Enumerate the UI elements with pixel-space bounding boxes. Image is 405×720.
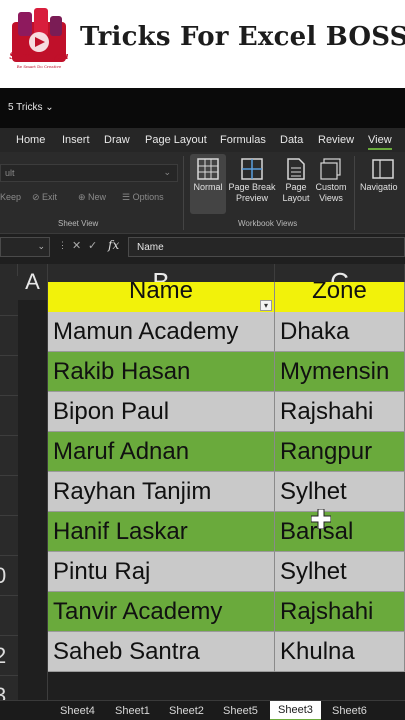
navigation-button[interactable]: Navigatio [360, 154, 405, 214]
zone-cell[interactable]: Rajshahi [275, 592, 405, 632]
row-header[interactable] [0, 476, 18, 516]
confirm-icon[interactable]: ✓ [88, 239, 97, 252]
tab-review[interactable]: Review [318, 134, 354, 146]
tab-insert[interactable]: Insert [62, 134, 90, 146]
row-header[interactable] [0, 276, 18, 316]
row-header[interactable] [0, 596, 18, 636]
more-icon[interactable]: ⋮ [58, 240, 67, 251]
name-cell[interactable]: Hanif Laskar [48, 512, 275, 552]
zone-cell[interactable]: Mymensin [275, 352, 405, 392]
column-header-a[interactable]: A [18, 264, 48, 300]
row-header[interactable] [0, 356, 18, 396]
workbook-views-group-label: Workbook Views [238, 219, 298, 228]
grid-icon [197, 158, 219, 180]
name-cell[interactable]: Mamun Academy [48, 312, 275, 352]
options-button[interactable]: ☰ Options [122, 192, 164, 203]
sheet-tab[interactable]: Sheet1 [115, 705, 150, 717]
name-cell[interactable]: Tanvir Academy [48, 592, 275, 632]
header-cell-zone[interactable]: Zone [275, 282, 405, 314]
row-header[interactable] [0, 316, 18, 356]
name-cell[interactable]: Maruf Adnan [48, 432, 275, 472]
normal-view-button[interactable]: Normal [190, 154, 226, 214]
name-cell[interactable]: Rayhan Tanjim [48, 472, 275, 512]
video-title: Tricks For Excel BOSS [80, 22, 405, 52]
tab-formulas[interactable]: Formulas [220, 134, 266, 146]
row-header[interactable]: 3 [0, 676, 18, 700]
row-header[interactable]: 2 [0, 636, 18, 676]
custom-views-label: Custom Views [315, 182, 347, 203]
custom-views-icon [320, 158, 341, 180]
sheet-tab-active[interactable]: Sheet3 [270, 701, 321, 720]
tab-draw[interactable]: Draw [104, 134, 130, 146]
chevron-down-icon: ⌄ [163, 167, 171, 177]
zone-cell[interactable]: Rajshahi [275, 392, 405, 432]
name-box[interactable]: ⌄ [0, 237, 50, 257]
page-icon [287, 158, 305, 180]
divider [183, 156, 184, 230]
new-button[interactable]: ⊕ New [78, 192, 106, 203]
cancel-icon[interactable]: ✕ [72, 239, 81, 252]
row-header[interactable] [0, 516, 18, 556]
channel-header: Sumon4you Be Smart Do Creative Tricks Fo… [0, 0, 405, 88]
exit-button[interactable]: ⊘ Exit [32, 192, 57, 203]
zone-cell[interactable]: Sylhet [275, 472, 405, 512]
column-a-cells[interactable] [18, 300, 48, 700]
row-header[interactable] [0, 436, 18, 476]
header-name-text: Name [128, 282, 194, 304]
page-break-icon [241, 158, 263, 180]
sheet-view-dropdown[interactable]: ult ⌄ [0, 164, 178, 182]
page-layout-view-button[interactable]: Page Layout [280, 154, 312, 214]
zone-cell[interactable]: Dhaka [275, 312, 405, 352]
sheet-tab[interactable]: Sheet5 [223, 705, 258, 717]
keep-button[interactable]: Keep [0, 192, 21, 202]
name-cell[interactable]: Saheb Santra [48, 632, 275, 672]
document-title[interactable]: 5 Tricks ⌄ [8, 102, 54, 113]
tab-home[interactable]: Home [16, 134, 45, 146]
sheet-view-group-label: Sheet View [58, 219, 99, 228]
zone-cell[interactable]: Rangpur [275, 432, 405, 472]
zone-cell[interactable]: Barisal [275, 512, 405, 552]
tab-data[interactable]: Data [280, 134, 303, 146]
ribbon-view: ult ⌄ Keep ⊘ Exit ⊕ New ☰ Options Sheet … [0, 152, 405, 234]
tab-view[interactable]: View [368, 134, 392, 150]
sheet-view-value: ult [5, 168, 15, 178]
logo-tagline: Be Smart Do Creative [16, 64, 62, 69]
custom-views-button[interactable]: Custom Views [313, 154, 349, 214]
fx-button[interactable]: fx [108, 238, 119, 252]
ribbon-tabs: Home Insert Draw Page Layout Formulas Da… [0, 128, 405, 152]
name-cell[interactable]: Rakib Hasan [48, 352, 275, 392]
row-header[interactable]: 0 [0, 556, 18, 596]
name-cell[interactable]: Bipon Paul [48, 392, 275, 432]
exit-label: Exit [42, 192, 58, 202]
excel-window: 5 Tricks ⌄ Home Insert Draw Page Layout … [0, 88, 405, 720]
zone-cell[interactable]: Sylhet [275, 552, 405, 592]
page-layout-label: Page Layout [282, 182, 310, 203]
chevron-down-icon: ⌄ [37, 241, 45, 251]
cell-cursor-icon [311, 509, 331, 529]
options-label: Options [132, 192, 164, 202]
logo-name: Sumon4you [9, 52, 69, 62]
filter-dropdown-icon[interactable]: ▾ [260, 300, 272, 311]
sheet-tabs: Sheet4 Sheet1 Sheet2 Sheet5 Sheet3 Sheet… [0, 700, 405, 720]
zone-cell[interactable]: Khulna [275, 632, 405, 672]
sheet-tab[interactable]: Sheet6 [332, 705, 367, 717]
sheet-tab[interactable]: Sheet2 [169, 705, 204, 717]
page-break-preview-label: Page Break Preview [228, 182, 276, 203]
title-bar: 5 Tricks ⌄ [0, 88, 405, 128]
worksheet-grid: A B C 023 Name ▾ Zone Mamun AcademyDhaka… [0, 260, 405, 700]
header-cell-name[interactable]: Name ▾ [48, 282, 275, 314]
page-break-preview-button[interactable]: Page Break Preview [228, 154, 276, 214]
name-cell[interactable]: Pintu Raj [48, 552, 275, 592]
new-label: New [88, 192, 107, 202]
row-header[interactable] [0, 396, 18, 436]
tab-page-layout[interactable]: Page Layout [145, 134, 207, 146]
navigation-pane-icon [372, 159, 394, 179]
formula-bar: ⌄ ⋮ ✕ ✓ fx Name [0, 234, 405, 260]
divider [354, 156, 355, 230]
sheet-tab[interactable]: Sheet4 [60, 705, 95, 717]
formula-input[interactable]: Name [128, 237, 405, 257]
navigation-label: Navigatio [360, 182, 398, 192]
normal-label: Normal [193, 182, 223, 192]
